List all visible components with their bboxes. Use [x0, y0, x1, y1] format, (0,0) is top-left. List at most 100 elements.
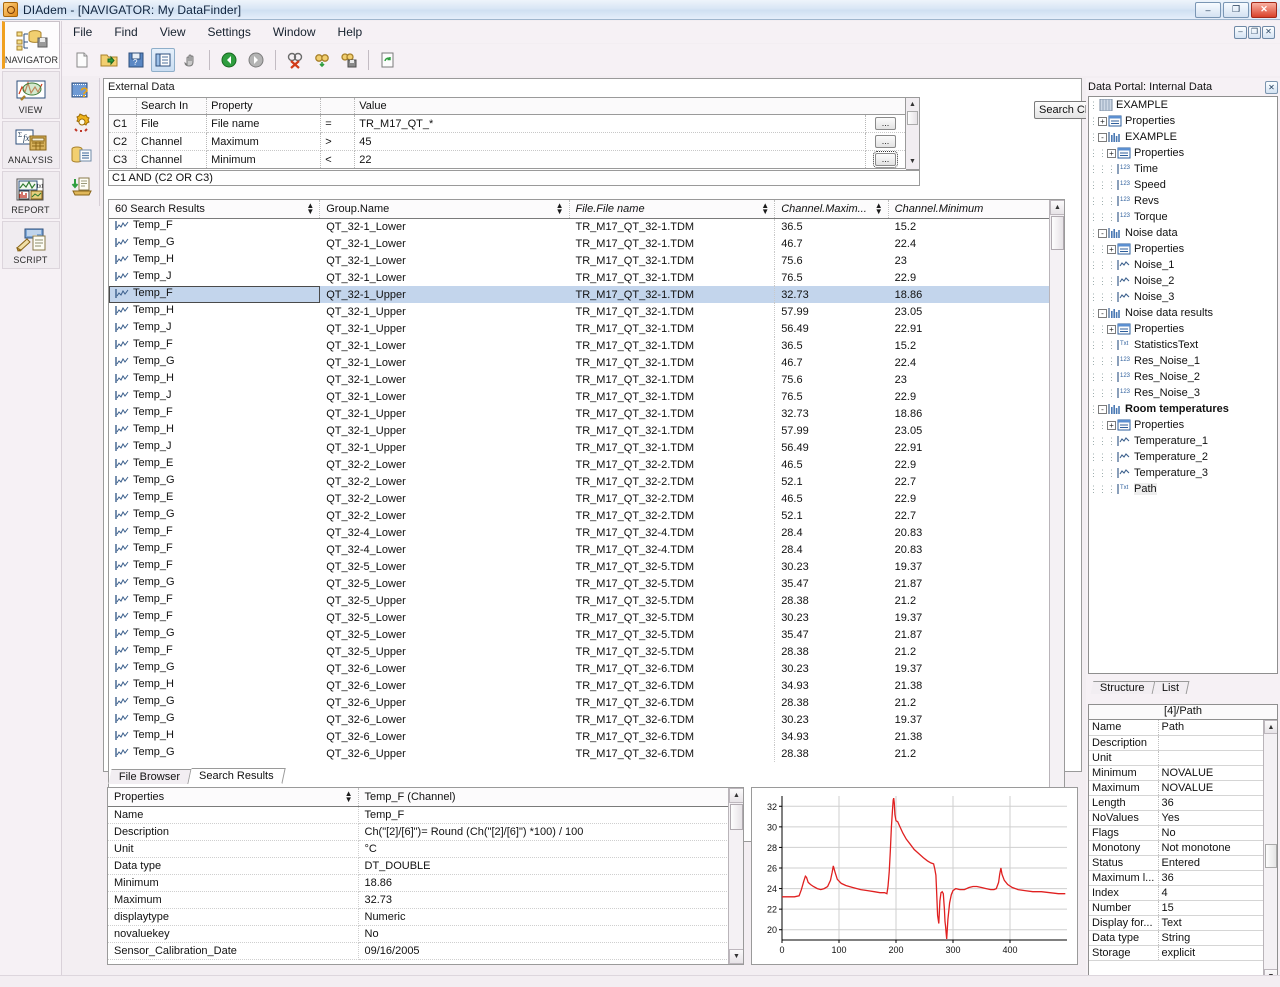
menu-help[interactable]: Help	[327, 22, 374, 42]
grid-row[interactable]: MaximumNOVALUE	[1089, 780, 1277, 795]
table-row[interactable]: Temp_FQT_32-5_UpperTR_M17_QT_32-5.TDM28.…	[109, 643, 1064, 660]
grid-row[interactable]: MinimumNOVALUE	[1089, 765, 1277, 780]
property-row[interactable]: Unit°C	[108, 840, 743, 857]
refresh-button[interactable]	[376, 48, 400, 72]
sort-indicator-icon[interactable]: ▲▼	[306, 203, 314, 215]
tree-expander-icon[interactable]: +	[1107, 245, 1116, 254]
menu-view[interactable]: View	[149, 22, 197, 42]
sidebar-item-analysis[interactable]: Σ fx ANALYSIS	[2, 121, 60, 169]
grid-row[interactable]: Data typeString	[1089, 930, 1277, 945]
grid-row[interactable]: Display for...Text	[1089, 915, 1277, 930]
tab-list[interactable]: List	[1152, 681, 1189, 694]
table-row[interactable]: Temp_HQT_32-1_UpperTR_M17_QT_32-1.TDM57.…	[109, 303, 1064, 320]
table-row[interactable]: Temp_GQT_32-2_LowerTR_M17_QT_32-2.TDM52.…	[109, 507, 1064, 524]
tree-item-properties[interactable]: ⋮⋮+Properties	[1089, 417, 1277, 433]
table-row[interactable]: Temp_FQT_32-5_UpperTR_M17_QT_32-5.TDM28.…	[109, 592, 1064, 609]
table-row[interactable]: Temp_FQT_32-5_LowerTR_M17_QT_32-5.TDM30.…	[109, 609, 1064, 626]
tree-item-noise-3[interactable]: ⋮⋮⋮Noise_3	[1089, 289, 1277, 305]
criteria-operator-c2[interactable]: >	[321, 133, 355, 151]
tree-item-time[interactable]: ⋮⋮⋮123Time	[1089, 161, 1277, 177]
tree-item-torque[interactable]: ⋮⋮⋮123Torque	[1089, 209, 1277, 225]
property-row[interactable]: NameTemp_F	[108, 806, 743, 823]
tree-item-properties[interactable]: ⋮⋮+Properties	[1089, 321, 1277, 337]
maximize-button[interactable]: ❐	[1223, 2, 1249, 18]
grid-scrollbar[interactable]: ▲ ▼	[1263, 720, 1277, 983]
table-row[interactable]: Temp_FQT_32-4_LowerTR_M17_QT_32-4.TDM28.…	[109, 541, 1064, 558]
sidebar-item-report[interactable]: txt REPORT	[2, 171, 60, 219]
tree-expander-icon[interactable]: +	[1107, 421, 1116, 430]
sidebar-item-script[interactable]: SCRIPT	[2, 221, 60, 269]
table-row[interactable]: Temp_FQT_32-1_UpperTR_M17_QT_32-1.TDM32.…	[109, 405, 1064, 422]
table-row[interactable]: Temp_FQT_32-5_LowerTR_M17_QT_32-5.TDM30.…	[109, 558, 1064, 575]
tree-item-speed[interactable]: ⋮⋮⋮123Speed	[1089, 177, 1277, 193]
grid-row[interactable]: FlagsNo	[1089, 825, 1277, 840]
settings-gear-icon[interactable]	[69, 110, 95, 136]
grid-row[interactable]: NoValuesYes	[1089, 810, 1277, 825]
tree-expander-icon[interactable]: -	[1098, 229, 1107, 238]
grid-row[interactable]: NamePath	[1089, 720, 1277, 735]
property-row[interactable]: novaluekeyNo	[108, 925, 743, 942]
criteria-searchin-c3[interactable]: Channel	[137, 151, 207, 169]
grid-row[interactable]: StatusEntered	[1089, 855, 1277, 870]
table-row[interactable]: Temp_FQT_32-4_LowerTR_M17_QT_32-4.TDM28.…	[109, 524, 1064, 541]
menu-window[interactable]: Window	[262, 22, 327, 42]
tree-expander-icon[interactable]: -	[1098, 133, 1107, 142]
data-portal-tree[interactable]: ⋮EXAMPLE⋮+Properties⋮-EXAMPLE⋮⋮+Properti…	[1088, 96, 1278, 674]
tree-item-noise-1[interactable]: ⋮⋮⋮Noise_1	[1089, 257, 1277, 273]
criteria-scroll-down-icon[interactable]: ▼	[906, 155, 919, 168]
criteria-searchin-c2[interactable]: Channel	[137, 133, 207, 151]
results-col-minimum[interactable]: Channel.Minimum ▲▼	[888, 200, 1063, 218]
sort-indicator-icon[interactable]: ▲▼	[556, 203, 564, 215]
tree-item-statisticstext[interactable]: ⋮⋮⋮TxtStatisticsText	[1089, 337, 1277, 353]
properties-col-key[interactable]: Properties ▲▼	[108, 788, 358, 806]
save-search-button[interactable]	[337, 48, 361, 72]
database-list-icon[interactable]	[69, 142, 95, 168]
tree-expander-icon[interactable]: +	[1098, 117, 1107, 126]
sort-indicator-icon[interactable]: ▲▼	[761, 203, 769, 215]
tree-item-temperature-2[interactable]: ⋮⋮⋮Temperature_2	[1089, 449, 1277, 465]
delete-search-button[interactable]	[283, 48, 307, 72]
table-row[interactable]: Temp_JQT_32-1_LowerTR_M17_QT_32-1.TDM76.…	[109, 269, 1064, 286]
property-row[interactable]: DescriptionCh("[2]/[6]")= Round (Ch("[2]…	[108, 823, 743, 840]
criteria-scrollbar[interactable]: ▲ ▼	[906, 97, 920, 170]
grid-scroll-thumb[interactable]	[1265, 844, 1277, 868]
tree-item-example[interactable]: ⋮-EXAMPLE	[1089, 129, 1277, 145]
table-row[interactable]: Temp_HQT_32-1_LowerTR_M17_QT_32-1.TDM75.…	[109, 371, 1064, 388]
criteria-value-c3[interactable]: 22	[355, 151, 866, 169]
criteria-scroll-thumb[interactable]	[907, 111, 918, 125]
table-row[interactable]: Temp_JQT_32-1_UpperTR_M17_QT_32-1.TDM56.…	[109, 320, 1064, 337]
criteria-row-c3[interactable]: C3 Channel Minimum < 22 ...	[109, 151, 906, 169]
property-row[interactable]: Data typeDT_DOUBLE	[108, 857, 743, 874]
table-row[interactable]: Temp_GQT_32-6_LowerTR_M17_QT_32-6.TDM30.…	[109, 711, 1064, 728]
criteria-col-search-in[interactable]: Search In	[137, 98, 207, 115]
load-data-icon[interactable]	[69, 174, 95, 200]
property-row[interactable]: displaytypeNumeric	[108, 908, 743, 925]
toggle-tree-view-button[interactable]	[151, 48, 175, 72]
menu-file[interactable]: File	[62, 22, 103, 42]
tree-item-noise-data-results[interactable]: ⋮-Noise data results	[1089, 305, 1277, 321]
property-row[interactable]: Sensor_Calibration_Date09/16/2005	[108, 942, 743, 959]
table-row[interactable]: Temp_FQT_32-1_LowerTR_M17_QT_32-1.TDM36.…	[109, 337, 1064, 354]
tab-file-browser[interactable]: File Browser	[108, 769, 191, 784]
close-button[interactable]: ✕	[1251, 2, 1277, 18]
results-scroll-up-icon[interactable]: ▲	[1050, 200, 1065, 215]
grid-row[interactable]: Storageexplicit	[1089, 945, 1277, 960]
grid-row[interactable]: Description	[1089, 735, 1277, 750]
grid-scroll-up-icon[interactable]: ▲	[1264, 720, 1278, 734]
criteria-property-c1[interactable]: File name	[207, 115, 321, 133]
criteria-property-c3[interactable]: Minimum	[207, 151, 321, 169]
table-row[interactable]: Temp_GQT_32-1_LowerTR_M17_QT_32-1.TDM46.…	[109, 354, 1064, 371]
properties-scrollbar[interactable]: ▲ ▼	[728, 788, 743, 964]
results-col-group[interactable]: Group.Name ▲▼	[320, 200, 569, 218]
table-row[interactable]: Temp_GQT_32-5_LowerTR_M17_QT_32-5.TDM35.…	[109, 575, 1064, 592]
tree-expander-icon[interactable]: +	[1107, 149, 1116, 158]
grid-row[interactable]: Maximum l...36	[1089, 870, 1277, 885]
new-document-button[interactable]	[70, 48, 94, 72]
criteria-ellipsis-button-c1[interactable]: ...	[875, 117, 896, 130]
criteria-col-id[interactable]	[109, 98, 137, 115]
tree-item-res-noise-3[interactable]: ⋮⋮⋮123Res_Noise_3	[1089, 385, 1277, 401]
grid-row[interactable]: Number15	[1089, 900, 1277, 915]
table-row[interactable]: Temp_FQT_32-1_UpperTR_M17_QT_32-1.TDM32.…	[109, 286, 1064, 303]
menu-find[interactable]: Find	[103, 22, 148, 42]
grid-row[interactable]: MonotonyNot monotone	[1089, 840, 1277, 855]
